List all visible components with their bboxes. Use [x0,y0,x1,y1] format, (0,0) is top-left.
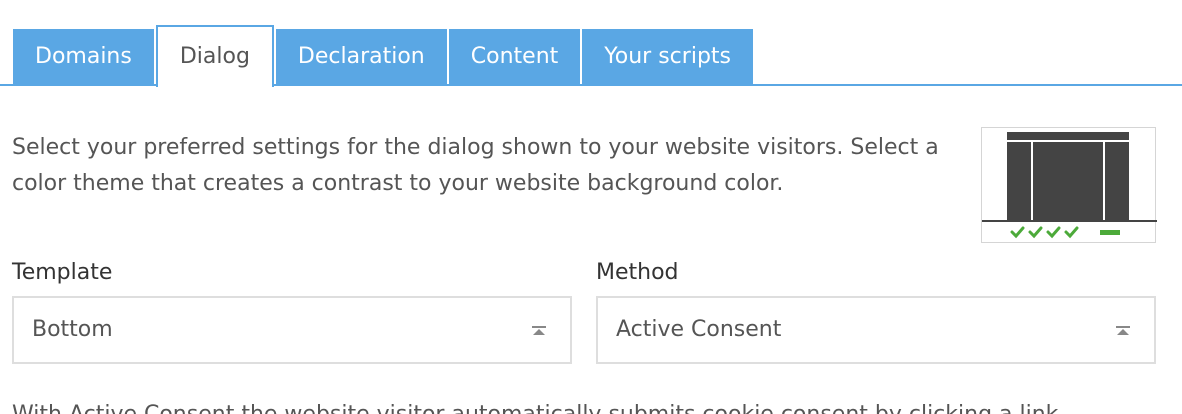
template-label: Template [12,260,113,285]
tab-dialog[interactable]: Dialog [155,25,274,87]
tab-content[interactable]: Content [448,29,581,85]
method-select-value: Active Consent [616,317,782,342]
chevron-down-icon [1116,326,1130,335]
dialog-settings-page: Domains Dialog Declaration Content Your … [0,0,1182,414]
tab-declaration[interactable]: Declaration [275,29,447,85]
chevron-down-icon [532,326,546,335]
tab-your-scripts[interactable]: Your scripts [582,29,753,85]
method-explanation: With Active Consent the website visitor … [12,400,1172,414]
method-label: Method [596,260,679,285]
template-select-value: Bottom [32,317,113,342]
bottom-template-preview-icon [981,127,1157,243]
dialog-description: Select your preferred settings for the d… [12,135,939,196]
tab-list: Domains Dialog Declaration Content Your … [13,25,755,87]
tab-domains[interactable]: Domains [13,29,154,85]
template-select[interactable]: Bottom [12,296,572,364]
method-select[interactable]: Active Consent [596,296,1156,364]
tab-bar: Domains Dialog Declaration Content Your … [0,0,1182,87]
